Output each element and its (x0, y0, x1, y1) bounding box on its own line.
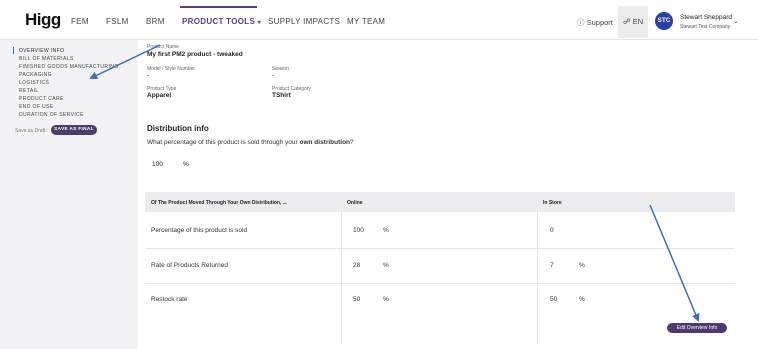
table-header-online: Online (347, 200, 363, 206)
table-header-category: Of The Product Moved Through Your Own Di… (151, 200, 287, 206)
in-store-restock-rate-value: 50 (550, 296, 558, 303)
in-store-rate-returned-value: 7 (550, 262, 554, 269)
online-rate-returned-value: 28 (353, 262, 361, 269)
save-as-final-button[interactable]: SAVE AS FINAL (51, 125, 97, 135)
in-store-restock-rate-unit: % (579, 296, 585, 303)
chevron-down-icon[interactable]: ⌄ (733, 17, 739, 25)
product-name-value: My first PM2 product - tweaked (147, 51, 243, 58)
nav-fem[interactable]: FEM (71, 17, 89, 26)
own-distribution-question: What percentage of this product is sold … (147, 139, 354, 146)
support-label: Support (586, 18, 613, 27)
sidebar-item-overview-info[interactable]: OVERVIEW INFO (19, 48, 64, 54)
sidebar-item-finished-goods-manufacturing[interactable]: FINISHED GOODS MANUFACTURING (19, 64, 119, 70)
caret-down-icon: ▾ (257, 20, 261, 26)
column-divider (341, 212, 342, 344)
distribution-info-heading: Distribution info (147, 124, 209, 133)
table-header-row: Of The Product Moved Through Your Own Di… (145, 192, 735, 212)
sidebar-item-bill-of-materials[interactable]: BILL OF MATERIALS (19, 56, 74, 62)
online-restock-rate-value: 50 (353, 296, 361, 303)
season-value: - (272, 72, 275, 79)
sidebar-item-packaging[interactable]: PACKAGING (19, 72, 52, 78)
support-link[interactable]: ⓘ Support (577, 17, 613, 28)
product-category-value: TShirt (272, 92, 291, 99)
nav-brm[interactable]: BRM (146, 17, 165, 26)
user-avatar[interactable]: STC (655, 12, 673, 30)
top-navigation-bar: Higg FEM FSLM BRM PRODUCT TOOLS ▾ SUPPLY… (0, 0, 758, 40)
question-end: ? (350, 139, 354, 146)
row-label-restock-rate: Restock rate (151, 296, 188, 303)
globe-icon: ☍ (623, 17, 631, 26)
online-restock-rate-unit: % (383, 296, 389, 303)
table-header-in-store: In Store (543, 200, 562, 206)
user-company: Stewart Test Company (680, 24, 731, 30)
nav-product-tools-label: PRODUCT TOOLS (182, 17, 256, 26)
sidebar-item-retail[interactable]: RETAIL (19, 88, 39, 94)
sidebar-item-product-care[interactable]: PRODUCT CARE (19, 96, 64, 102)
nav-my-team[interactable]: MY TEAM (347, 17, 385, 26)
sidebar-item-logistics[interactable]: LOGISTICS (19, 80, 49, 86)
higg-logo[interactable]: Higg (25, 10, 61, 30)
nav-product-tools[interactable]: PRODUCT TOOLS ▾ (182, 17, 261, 26)
help-circle-icon: ⓘ (577, 18, 585, 27)
edit-overview-info-button[interactable]: Edit Overview Info (667, 323, 727, 333)
save-as-draft-link[interactable]: Save as Draft (15, 128, 45, 134)
row-divider (145, 248, 735, 249)
nav-supply-impacts[interactable]: SUPPLY IMPACTS (268, 17, 340, 26)
sidebar (0, 40, 138, 349)
in-store-rate-returned-unit: % (579, 262, 585, 269)
row-label-rate-returned: Rate of Products Returned (151, 262, 228, 269)
online-percentage-sold-value: 100 (353, 227, 364, 234)
online-rate-returned-unit: % (383, 262, 389, 269)
user-name[interactable]: Stewart Sheppard (680, 14, 732, 21)
language-selector[interactable]: ☍ EN (623, 17, 643, 26)
question-text: What percentage of this product is sold … (147, 139, 300, 146)
in-store-percentage-sold-value: 0 (550, 227, 554, 234)
product-name-label: Product Name (147, 44, 179, 50)
row-divider (145, 283, 735, 284)
active-nav-underline (180, 6, 257, 8)
nav-fslm[interactable]: FSLM (106, 17, 129, 26)
question-emphasis: own distribution (299, 139, 351, 146)
product-type-value: Apparel (147, 92, 172, 99)
language-label: EN (632, 17, 644, 26)
distribution-table: Of The Product Moved Through Your Own Di… (145, 192, 735, 344)
own-distribution-unit: % (183, 161, 189, 168)
sidebar-active-indicator (13, 47, 14, 54)
sidebar-item-end-of-use[interactable]: END OF USE (19, 104, 54, 110)
own-distribution-value: 100 (152, 161, 163, 168)
row-label-percentage-sold: Percentage of this product is sold (151, 227, 248, 234)
sidebar-item-duration-of-service[interactable]: DURATION OF SERVICE (19, 112, 84, 118)
season-label: Season (272, 66, 289, 72)
online-percentage-sold-unit: % (383, 227, 389, 234)
model-number-value: - (147, 72, 150, 79)
column-divider (537, 212, 538, 344)
model-number-label: Model / Style Number (147, 66, 196, 72)
